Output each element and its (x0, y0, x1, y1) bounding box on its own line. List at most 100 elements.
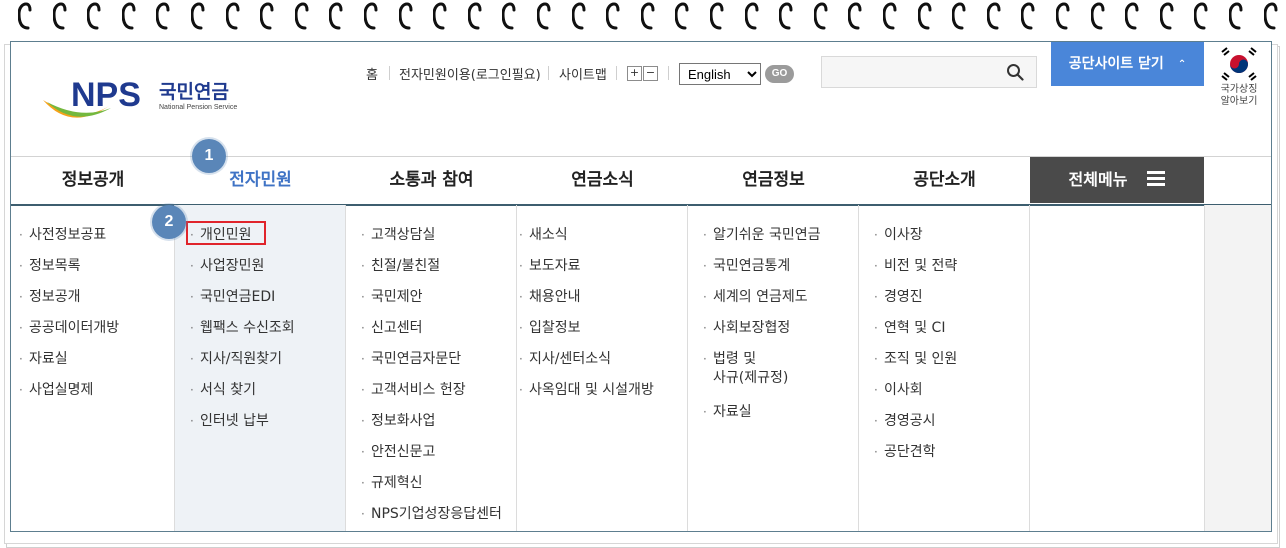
submenu-item-communication[interactable]: · 정보화사업 (361, 411, 436, 431)
submenu-item-pension-info[interactable]: · 알기쉬운 국민연금 (703, 225, 821, 245)
submenu-item-e-civil[interactable]: · 지사/직원찾기 (190, 349, 282, 369)
submenu-item-about[interactable]: · 공단견학 (874, 442, 936, 462)
submenu-item-label: 국민연금자문단 (371, 351, 462, 367)
search-icon[interactable] (1006, 63, 1024, 81)
submenu-item-label: 지사/센터소식 (529, 351, 611, 367)
bullet-icon: · (190, 290, 194, 304)
spiral-ring (225, 2, 240, 30)
nps-logo[interactable]: NPS 국민연금 National Pension Service (41, 72, 241, 132)
submenu-item-about[interactable]: · 이사장 (874, 225, 923, 245)
submenu-item-about[interactable]: · 조직 및 인원 (874, 349, 957, 369)
submenu-item-label: 친절/불친절 (371, 258, 441, 274)
bullet-icon: · (190, 383, 194, 397)
national-symbol-link[interactable]: 국가상징 알아보기 (1211, 44, 1267, 114)
util-link-sitemap[interactable]: 사이트맵 (559, 64, 607, 83)
bullet-icon: · (361, 383, 365, 397)
submenu-item-communication[interactable]: · 고객상담실 (361, 225, 436, 245)
bullet-icon: · (874, 321, 878, 335)
submenu-item-about[interactable]: · 이사회 (874, 380, 923, 400)
submenu-item-pension-news[interactable]: · 사옥임대 및 시설개방 (519, 380, 654, 400)
submenu-item-info-disclosure[interactable]: · 자료실 (19, 349, 68, 369)
submenu-item-pension-info[interactable]: 사규(제규정) (713, 368, 788, 388)
gnb-item-about[interactable]: 공단소개 (859, 157, 1030, 204)
zoom-in-button[interactable]: + (627, 66, 642, 81)
submenu-item-label: 정보공개 (29, 289, 81, 305)
submenu-item-info-disclosure[interactable]: · 사업실명제 (19, 380, 93, 400)
bullet-icon: · (361, 352, 365, 366)
submenu-item-label: 공단견학 (884, 444, 936, 460)
spiral-ring (363, 2, 378, 30)
spiral-binding (0, 0, 1286, 36)
util-link-home[interactable]: 홈 (366, 64, 378, 83)
submenu-item-pension-news[interactable]: · 새소식 (519, 225, 568, 245)
all-menu-button[interactable]: 전체메뉴 (1030, 157, 1204, 203)
submenu-item-pension-news[interactable]: · 입찰정보 (519, 318, 581, 338)
search-input[interactable] (821, 56, 1037, 88)
submenu-item-pension-news[interactable]: · 지사/센터소식 (519, 349, 611, 369)
spiral-ring (744, 2, 759, 30)
util-link-eminwon[interactable]: 전자민원이용(로그인필요) (399, 64, 541, 83)
spiral-ring (605, 2, 620, 30)
zoom-out-button[interactable]: − (643, 66, 658, 81)
bullet-icon: · (874, 259, 878, 273)
bullet-icon: · (519, 383, 523, 397)
submenu-item-label: NPS기업성장응답센터 (371, 506, 502, 522)
submenu-item-e-civil[interactable]: · 웹팩스 수신조회 (190, 318, 295, 338)
submenu-item-communication[interactable]: · 신고센터 (361, 318, 423, 338)
bullet-icon: · (190, 352, 194, 366)
logo-name-kr: 국민연금 (159, 81, 229, 103)
bullet-icon: · (361, 259, 365, 273)
submenu-item-info-disclosure[interactable]: · 정보목록 (19, 256, 81, 276)
spiral-ring (1020, 2, 1035, 30)
submenu-item-communication[interactable]: · NPS기업성장응답센터 (361, 504, 502, 524)
submenu-item-label: 사업장민원 (200, 258, 265, 274)
submenu-item-communication[interactable]: · 안전신문고 (361, 442, 435, 462)
submenu-item-about[interactable]: · 비전 및 전략 (874, 256, 958, 276)
submenu-item-label: 정보화사업 (371, 413, 436, 429)
submenu-item-pension-news[interactable]: · 보도자료 (519, 256, 581, 276)
submenu-item-label: 인터넷 납부 (200, 413, 269, 429)
submenu-item-info-disclosure[interactable]: · 공공데이터개방 (19, 318, 119, 338)
submenu-item-about[interactable]: · 연혁 및 CI (874, 318, 945, 338)
submenu-item-pension-info[interactable]: · 사회보장협정 (703, 318, 790, 338)
submenu-item-e-civil[interactable]: · 인터넷 납부 (190, 411, 269, 431)
spiral-ring (121, 2, 136, 30)
submenu-item-pension-info[interactable]: · 법령 및 (703, 349, 756, 369)
submenu-item-label: 고객상담실 (371, 227, 436, 243)
submenu-item-communication[interactable]: · 규제혁신 (361, 473, 423, 493)
language-select[interactable]: English (679, 63, 761, 85)
gnb-item-info-disclosure[interactable]: 정보공개 (11, 157, 175, 204)
close-site-button[interactable]: 공단사이트 닫기 ⌃ (1051, 42, 1204, 86)
spiral-ring (1090, 2, 1105, 30)
submenu-item-e-civil[interactable]: · 국민연금EDI (190, 287, 275, 307)
submenu-item-label: 비전 및 전략 (884, 258, 958, 274)
submenu-item-communication[interactable]: · 국민연금자문단 (361, 349, 462, 369)
submenu-item-pension-info[interactable]: · 국민연금통계 (703, 256, 790, 276)
submenu-item-label: 새소식 (529, 227, 568, 243)
spiral-ring (1124, 2, 1139, 30)
submenu-item-label: 사규(제규정) (713, 370, 789, 386)
submenu-item-pension-news[interactable]: · 채용안내 (519, 287, 581, 307)
submenu-item-communication[interactable]: · 국민제안 (361, 287, 423, 307)
submenu-item-e-civil[interactable]: · 서식 찾기 (190, 380, 256, 400)
util-separator (668, 66, 669, 80)
submenu-item-about[interactable]: · 경영공시 (874, 411, 936, 431)
submenu-item-label: 지사/직원찾기 (200, 351, 282, 367)
spiral-ring (155, 2, 170, 30)
submenu-item-pension-info[interactable]: · 세계의 연금제도 (703, 287, 808, 307)
submenu-item-about[interactable]: · 경영진 (874, 287, 923, 307)
bullet-icon: · (19, 290, 23, 304)
submenu-item-pension-info[interactable]: · 자료실 (703, 402, 752, 422)
spiral-ring (259, 2, 274, 30)
submenu-item-communication[interactable]: · 친절/불친절 (361, 256, 441, 276)
language-go-button[interactable]: GO (765, 65, 794, 83)
gnb-item-pension-info[interactable]: 연금정보 (688, 157, 859, 204)
submenu-item-info-disclosure[interactable]: · 정보공개 (19, 287, 81, 307)
submenu-item-communication[interactable]: · 고객서비스 헌장 (361, 380, 466, 400)
gnb-item-pension-news[interactable]: 연금소식 (517, 157, 688, 204)
submenu-item-e-civil[interactable]: · 사업장민원 (190, 256, 265, 276)
gnb-item-communication[interactable]: 소통과 참여 (346, 157, 517, 204)
spiral-ring (986, 2, 1001, 30)
bullet-icon: · (703, 290, 707, 304)
submenu-item-info-disclosure[interactable]: · 사전정보공표 (19, 225, 106, 245)
